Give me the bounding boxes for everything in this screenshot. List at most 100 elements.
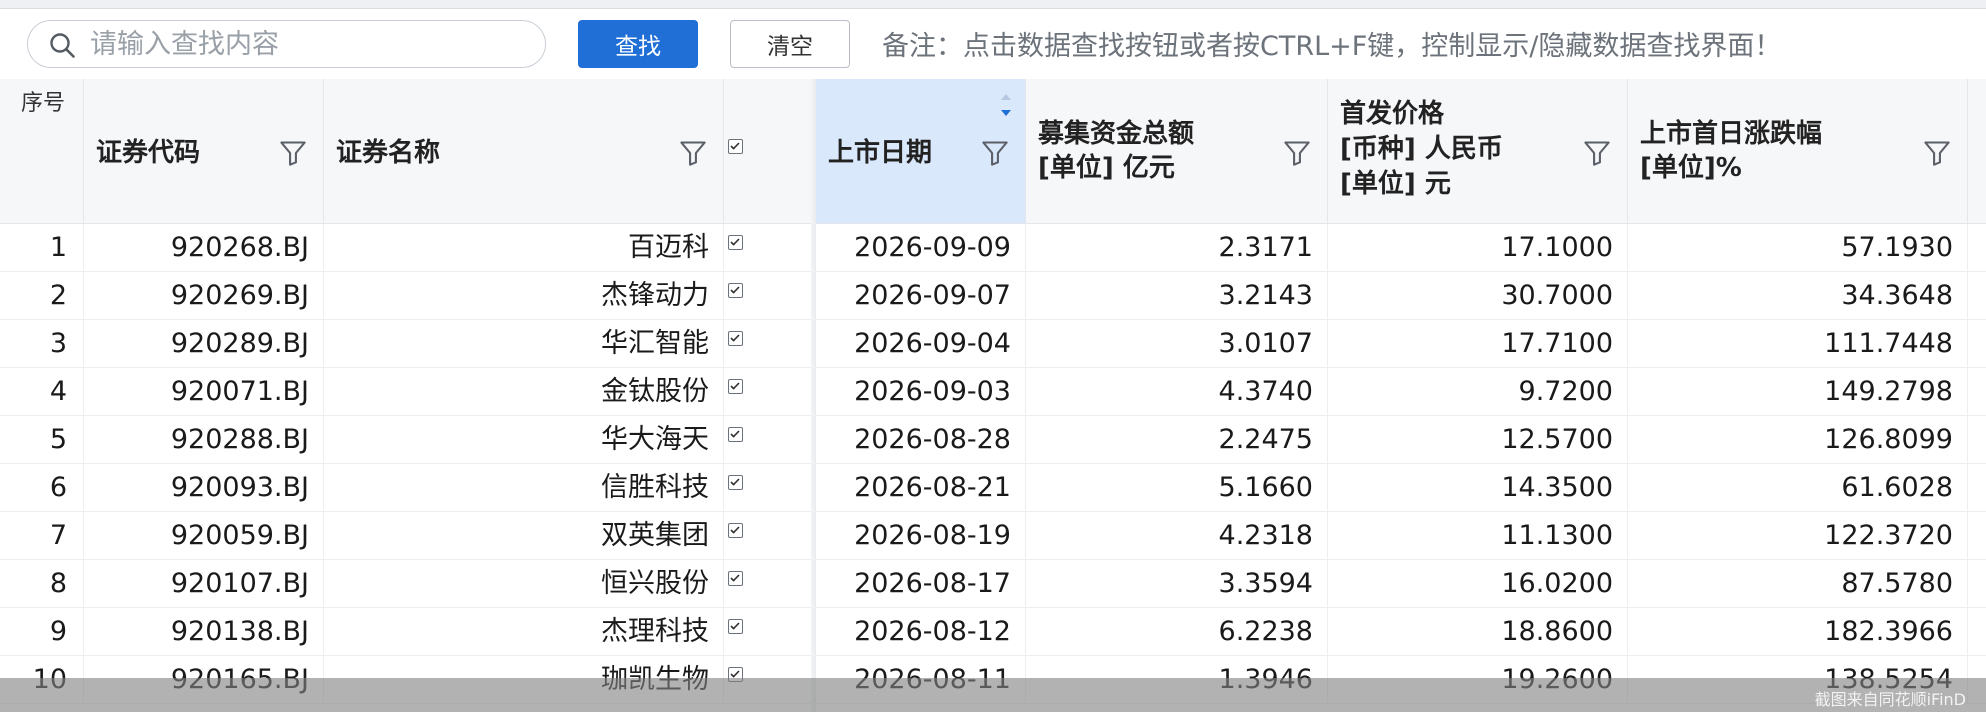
- row-filler: [1968, 320, 1986, 368]
- header-filler: [1968, 79, 1986, 224]
- date-cell: 2026-08-28: [816, 416, 1026, 464]
- row-checkbox[interactable]: [728, 523, 743, 538]
- row-checkbox-cell[interactable]: [724, 608, 811, 656]
- price-cell: 18.8600: [1328, 608, 1628, 656]
- search-remark: 备注：点击数据查找按钮或者按CTRL+F键，控制显示/隐藏数据查找界面！: [882, 31, 1782, 62]
- row-filler: [1968, 416, 1986, 464]
- row-checkbox[interactable]: [728, 283, 743, 298]
- header-listing-date[interactable]: 上市日期: [816, 79, 1026, 224]
- seq-cell: 9: [0, 608, 84, 656]
- header-ipo-price[interactable]: 首发价格 [币种] 人民币 [单位] 元: [1328, 79, 1628, 224]
- change-cell: 149.2798: [1628, 368, 1968, 416]
- check-icon: [730, 430, 740, 438]
- search-box[interactable]: [27, 20, 546, 68]
- row-checkbox[interactable]: [728, 475, 743, 490]
- name-cell: 金钛股份: [324, 368, 724, 416]
- header-security-code[interactable]: 证券代码: [84, 79, 324, 224]
- funds-cell: 4.2318: [1026, 512, 1328, 560]
- row-checkbox[interactable]: [728, 379, 743, 394]
- name-cell: 百迈科: [324, 224, 724, 272]
- header-checkbox-column[interactable]: [724, 79, 816, 224]
- seq-cell: 6: [0, 464, 84, 512]
- row-checkbox-cell[interactable]: [724, 560, 811, 608]
- funds-cell: 3.0107: [1026, 320, 1328, 368]
- check-icon: [730, 574, 740, 582]
- code-cell: 920289.BJ: [84, 320, 324, 368]
- header-seq-label: 序号: [21, 91, 66, 116]
- check-icon: [730, 142, 740, 150]
- name-cell: 恒兴股份: [324, 560, 724, 608]
- row-checkbox-cell[interactable]: [724, 272, 811, 320]
- header-change-line1: 上市首日涨跌幅: [1640, 119, 1823, 149]
- date-cell: 2026-09-09: [816, 224, 1026, 272]
- seq-cell: 7: [0, 512, 84, 560]
- date-cell: 2026-08-17: [816, 560, 1026, 608]
- row-checkbox-cell[interactable]: [724, 320, 811, 368]
- find-button[interactable]: 查找: [578, 20, 698, 68]
- header-code-line1: 证券代码: [96, 138, 201, 168]
- row-checkbox-cell[interactable]: [724, 416, 811, 464]
- check-icon: [730, 622, 740, 630]
- filter-icon[interactable]: [679, 139, 707, 167]
- date-cell: 2026-09-04: [816, 320, 1026, 368]
- check-icon: [730, 286, 740, 294]
- row-checkbox[interactable]: [728, 571, 743, 586]
- select-all-checkbox[interactable]: [728, 139, 743, 154]
- filter-icon[interactable]: [1283, 139, 1311, 167]
- row-checkbox-cell[interactable]: [724, 224, 811, 272]
- header-security-name[interactable]: 证券名称: [324, 79, 724, 224]
- funds-cell: 2.3171: [1026, 224, 1328, 272]
- header-date-line1: 上市日期: [828, 138, 933, 168]
- header-funds-line2: [单位] 亿元: [1038, 153, 1175, 183]
- seq-cell: 3: [0, 320, 84, 368]
- header-first-day-change[interactable]: 上市首日涨跌幅 [单位]%: [1628, 79, 1968, 224]
- row-filler: [1968, 224, 1986, 272]
- header-total-funds[interactable]: 募集资金总额 [单位] 亿元: [1026, 79, 1328, 224]
- funds-cell: 3.2143: [1026, 272, 1328, 320]
- row-checkbox[interactable]: [728, 427, 743, 442]
- code-cell: 920268.BJ: [84, 224, 324, 272]
- row-checkbox-cell[interactable]: [724, 368, 811, 416]
- row-checkbox-cell[interactable]: [724, 512, 811, 560]
- row-checkbox[interactable]: [728, 235, 743, 250]
- filter-icon[interactable]: [981, 139, 1009, 167]
- code-cell: 920288.BJ: [84, 416, 324, 464]
- filter-icon[interactable]: [1583, 139, 1611, 167]
- filter-icon[interactable]: [279, 139, 307, 167]
- seq-cell: 5: [0, 416, 84, 464]
- seq-cell: 8: [0, 560, 84, 608]
- check-icon: [730, 334, 740, 342]
- change-cell: 61.6028: [1628, 464, 1968, 512]
- header-price-line3: [单位] 元: [1340, 169, 1451, 199]
- date-cell: 2026-09-03: [816, 368, 1026, 416]
- funds-cell: 5.1660: [1026, 464, 1328, 512]
- row-filler: [1968, 464, 1986, 512]
- row-checkbox-cell[interactable]: [724, 464, 811, 512]
- price-cell: 11.1300: [1328, 512, 1628, 560]
- header-change-line2: [单位]%: [1640, 153, 1742, 183]
- code-cell: 920269.BJ: [84, 272, 324, 320]
- clear-button[interactable]: 清空: [730, 20, 850, 68]
- row-checkbox[interactable]: [728, 331, 743, 346]
- name-cell: 华大海天: [324, 416, 724, 464]
- header-funds-line1: 募集资金总额: [1038, 119, 1195, 149]
- top-toolbar-strip: [0, 0, 1986, 9]
- funds-cell: 6.2238: [1026, 608, 1328, 656]
- header-price-line1: 首发价格: [1340, 99, 1445, 129]
- date-cell: 2026-09-07: [816, 272, 1026, 320]
- price-cell: 17.1000: [1328, 224, 1628, 272]
- sort-desc-icon[interactable]: [998, 92, 1014, 118]
- status-overlay-bar: [0, 678, 1986, 712]
- row-checkbox[interactable]: [728, 619, 743, 634]
- check-icon: [730, 238, 740, 246]
- price-cell: 30.7000: [1328, 272, 1628, 320]
- price-cell: 9.7200: [1328, 368, 1628, 416]
- price-cell: 14.3500: [1328, 464, 1628, 512]
- search-input[interactable]: [90, 27, 530, 61]
- code-cell: 920071.BJ: [84, 368, 324, 416]
- header-name-line1: 证券名称: [336, 138, 441, 168]
- funds-cell: 3.3594: [1026, 560, 1328, 608]
- name-cell: 双英集团: [324, 512, 724, 560]
- filter-icon[interactable]: [1923, 139, 1951, 167]
- code-cell: 920059.BJ: [84, 512, 324, 560]
